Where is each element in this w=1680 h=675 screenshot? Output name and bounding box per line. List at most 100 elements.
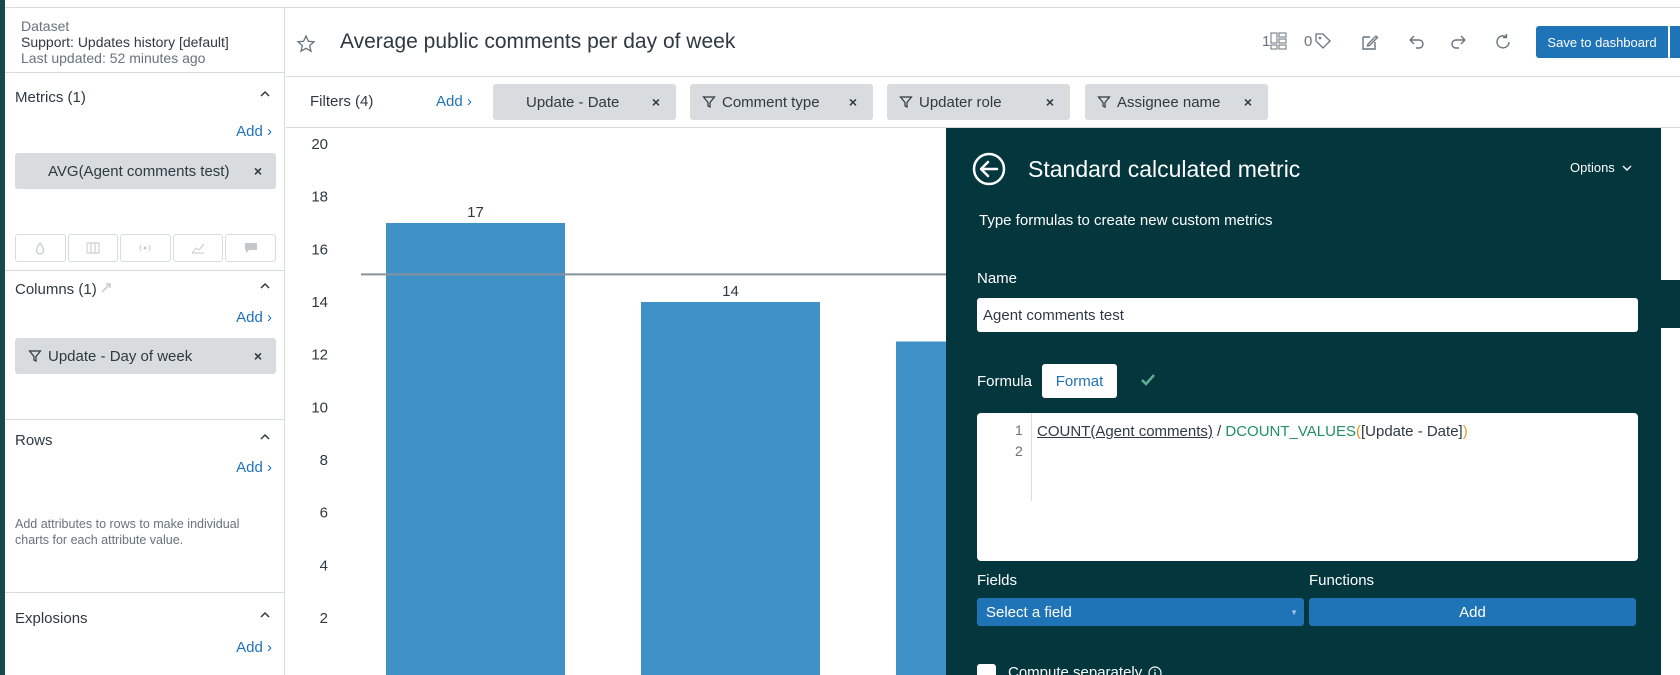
collapsed-panel-tab[interactable] (1661, 280, 1680, 328)
metric-pill-label: AVG(Agent comments test) (48, 162, 230, 180)
select-field-dropdown[interactable]: Select a field ▼ (977, 598, 1304, 626)
filters-add-link[interactable]: Add › (436, 93, 472, 110)
bar-data-label: 14 (722, 283, 739, 300)
tags-count-value: 0 (1304, 32, 1313, 50)
remove-filter-icon[interactable]: × (1244, 94, 1252, 110)
formula-close-paren: ) (1462, 423, 1468, 440)
options-dropdown[interactable]: Options (1570, 160, 1633, 175)
compute-separately-checkbox[interactable] (977, 664, 996, 675)
edit-icon[interactable] (1360, 32, 1380, 52)
y-tick-label: 18 (311, 189, 328, 206)
chevron-up-icon[interactable] (258, 87, 272, 101)
compute-separately-row: Compute separately (1008, 664, 1162, 675)
calculated-metric-panel: Standard calculated metric Options Type … (946, 128, 1661, 675)
star-icon[interactable] (296, 34, 316, 54)
formula-label: Formula (977, 373, 1033, 390)
filter-chip[interactable]: Assignee name × (1085, 84, 1268, 120)
y-tick-label: 8 (320, 452, 328, 469)
formula-code[interactable]: COUNT(Agent comments) / DCOUNT_VALUES([U… (1037, 423, 1468, 440)
info-icon[interactable] (1148, 665, 1162, 675)
columns-title: Columns (1) (15, 281, 97, 298)
rows-title: Rows (15, 432, 53, 449)
swap-icon[interactable] (99, 281, 115, 297)
chevron-down-icon (1622, 165, 1632, 171)
redo-icon[interactable] (1449, 32, 1469, 52)
editor-gutter (1031, 413, 1032, 501)
rows-hint: Add attributes to rows to make individua… (15, 517, 240, 547)
right-edge-strip (1661, 128, 1680, 675)
divider (5, 270, 285, 271)
save-options-dropdown[interactable] (1670, 26, 1680, 58)
remove-metric-icon[interactable]: × (254, 163, 262, 179)
top-bar (5, 0, 1680, 8)
explosions-title: Explosions (15, 610, 88, 627)
back-arrow-icon[interactable] (972, 152, 1006, 186)
remove-filter-icon[interactable]: × (1046, 94, 1054, 110)
line-number: 1 (1015, 422, 1023, 438)
filter-chip[interactable]: Update - Date × (493, 84, 676, 120)
save-to-dashboard-button[interactable]: Save to dashboard (1536, 26, 1668, 58)
bar-data-label: 17 (467, 204, 484, 221)
filter-icon (1097, 96, 1111, 108)
layout-grid-icon (1270, 32, 1287, 50)
chevron-up-icon[interactable] (258, 279, 272, 293)
filter-chip[interactable]: Updater role × (887, 84, 1070, 120)
filter-icon (899, 96, 913, 108)
page-title[interactable]: Average public comments per day of week (340, 30, 735, 54)
columns-icon[interactable] (67, 234, 119, 262)
comment-icon[interactable] (225, 234, 276, 262)
rows-add-link[interactable]: Add › (236, 459, 272, 476)
explosions-add-link[interactable]: Add › (236, 639, 272, 656)
chart-type-icons (15, 234, 276, 262)
metrics-add-link[interactable]: Add › (236, 123, 272, 140)
y-tick-label: 10 (311, 399, 328, 416)
divider (5, 592, 285, 593)
sidebar: Dataset Support: Updates history [defaul… (5, 8, 285, 675)
fields-label: Fields (977, 572, 1018, 589)
drop-icon[interactable] (15, 234, 66, 262)
add-function-button[interactable]: Add (1309, 598, 1636, 626)
panel-title: Standard calculated metric (1028, 156, 1301, 182)
chevron-up-icon[interactable] (258, 608, 272, 622)
app-root: Dataset Support: Updates history [defaul… (0, 0, 1680, 675)
formula-argument: [Update - Date] (1360, 423, 1463, 440)
divider (5, 419, 285, 420)
y-tick-label: 16 (311, 241, 328, 258)
undo-icon[interactable] (1406, 32, 1426, 52)
y-tick-label: 6 (320, 505, 328, 522)
chevron-up-icon[interactable] (258, 430, 272, 444)
bar (386, 223, 565, 675)
remove-filter-icon[interactable]: × (849, 94, 857, 110)
bar (641, 302, 820, 675)
metric-name-input[interactable]: Agent comments test (977, 298, 1638, 332)
filter-icon (702, 96, 716, 108)
dataset-info[interactable]: Dataset Support: Updates history [defaul… (21, 18, 229, 66)
column-pill[interactable]: Update - Day of week × (15, 338, 276, 374)
panel-subtitle: Type formulas to create new custom metri… (979, 212, 1273, 229)
metrics-title: Metrics (1) (15, 89, 86, 106)
dataset-last-updated: Last updated: 52 minutes ago (21, 50, 206, 66)
name-label: Name (977, 270, 1018, 287)
remove-filter-icon[interactable]: × (652, 94, 660, 110)
tag-icon (1315, 33, 1332, 49)
y-tick-label: 20 (311, 136, 328, 153)
columns-add-link[interactable]: Add › (236, 309, 272, 326)
format-button[interactable]: Format (1042, 364, 1117, 398)
metric-pill[interactable]: AVG(Agent comments test) × (15, 153, 276, 189)
remove-column-icon[interactable]: × (254, 348, 262, 364)
report-header: Average public comments per day of week … (286, 8, 1680, 77)
checkmark-icon (1141, 374, 1155, 386)
compute-separately-label: Compute separately (1008, 664, 1143, 675)
chart-icon[interactable] (172, 234, 224, 262)
refresh-icon[interactable] (1493, 32, 1513, 52)
broadcast-icon[interactable] (120, 234, 171, 262)
filter-chip[interactable]: Comment type × (690, 84, 873, 120)
tags-count[interactable]: 0 (1304, 32, 1332, 50)
y-tick-label: 12 (311, 347, 328, 364)
column-pill-label: Update - Day of week (48, 347, 193, 365)
functions-label: Functions (1309, 572, 1375, 589)
filter-icon (28, 350, 42, 362)
dataset-name: Support: Updates history [default] (21, 34, 229, 50)
widgets-count[interactable]: 1 (1262, 32, 1288, 50)
formula-editor[interactable]: 1 2 COUNT(Agent comments) / DCOUNT_VALUE… (977, 413, 1638, 561)
